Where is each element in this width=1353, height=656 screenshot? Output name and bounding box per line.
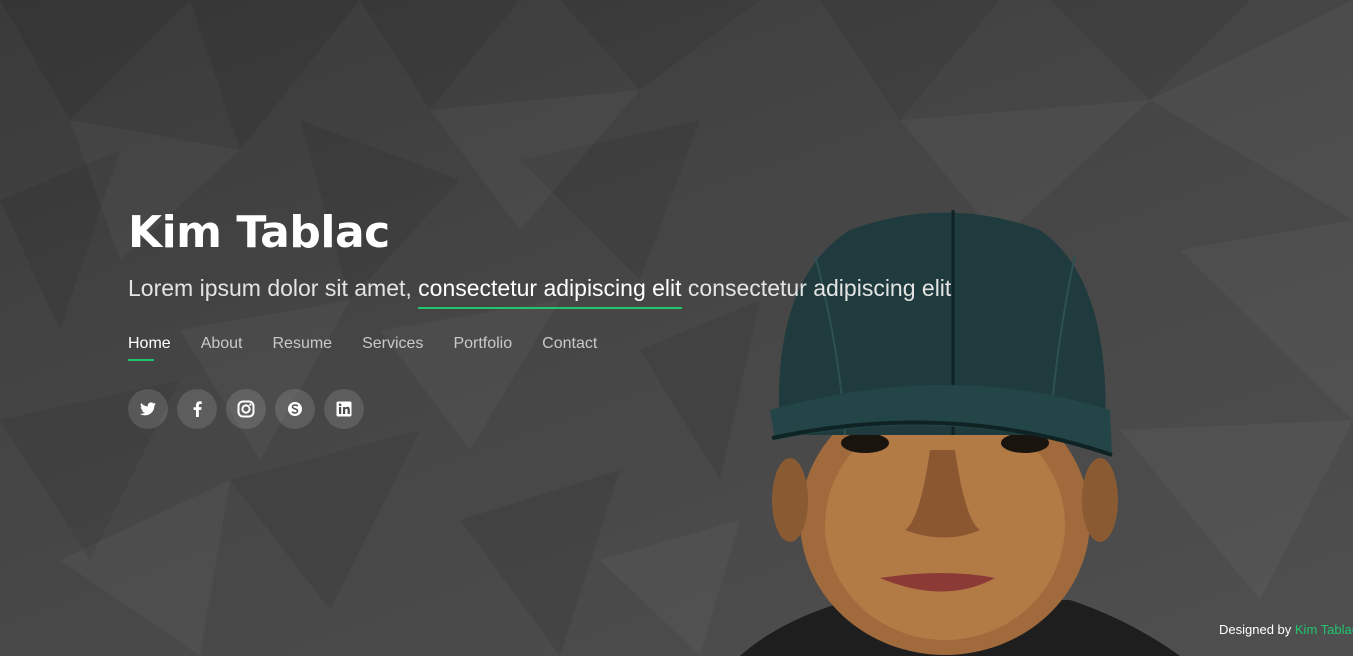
- tagline-suffix: consectetur adipiscing elit: [681, 275, 952, 301]
- tagline-prefix: Lorem ipsum dolor sit amet,: [128, 275, 419, 301]
- twitter-link[interactable]: [128, 389, 168, 429]
- twitter-icon: [140, 402, 156, 416]
- credits-link[interactable]: Kim Tablac: [1295, 622, 1353, 637]
- skype-icon: [288, 402, 302, 416]
- footer-credits: Designed by Kim Tablac: [1219, 622, 1353, 637]
- skype-link[interactable]: [275, 389, 315, 429]
- linkedin-icon: [336, 401, 352, 417]
- nav-home[interactable]: Home: [128, 335, 171, 361]
- nav-portfolio[interactable]: Portfolio: [453, 335, 512, 361]
- tagline: Lorem ipsum dolor sit amet, consectetur …: [128, 272, 951, 309]
- facebook-icon: [193, 401, 202, 417]
- nav-contact[interactable]: Contact: [542, 335, 597, 361]
- nav-resume[interactable]: Resume: [273, 335, 333, 361]
- instagram-icon: [237, 400, 255, 418]
- nav-about[interactable]: About: [201, 335, 243, 361]
- linkedin-link[interactable]: [324, 389, 364, 429]
- hero-section: Kim Tablac Lorem ipsum dolor sit amet, c…: [0, 0, 1353, 656]
- instagram-link[interactable]: [226, 389, 266, 429]
- facebook-link[interactable]: [177, 389, 217, 429]
- credits-prefix: Designed by: [1219, 622, 1295, 637]
- hero-content: Kim Tablac Lorem ipsum dolor sit amet, c…: [128, 200, 951, 429]
- site-title: Kim Tablac: [128, 207, 390, 258]
- main-nav: Home About Resume Services Portfolio Con…: [128, 335, 951, 361]
- social-links: [128, 389, 951, 429]
- nav-services[interactable]: Services: [362, 335, 423, 361]
- tagline-highlight: consectetur adipiscing elit: [418, 275, 682, 309]
